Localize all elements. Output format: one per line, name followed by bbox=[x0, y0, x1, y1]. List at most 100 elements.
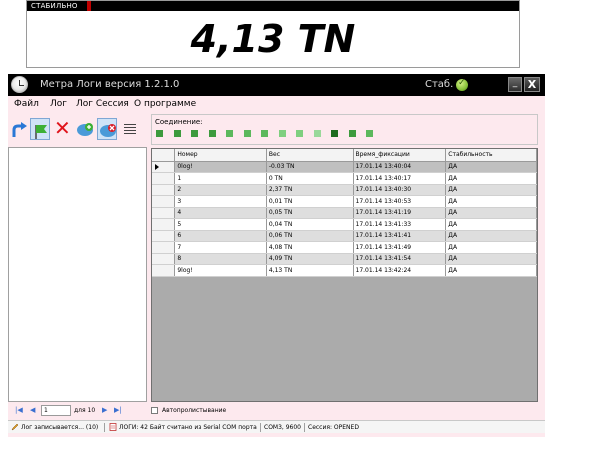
current-row-pointer-icon bbox=[155, 163, 159, 170]
cell-stability[interactable]: ДА bbox=[445, 264, 537, 277]
cell-number[interactable]: 1 bbox=[174, 172, 267, 185]
cell-time[interactable]: 17.01.14 13:41:49 bbox=[353, 241, 447, 254]
cell-time[interactable]: 17.01.14 13:40:53 bbox=[353, 195, 447, 208]
cell-time[interactable]: 17.01.14 13:42:24 bbox=[353, 264, 447, 277]
app-window: Метра Логи версия 1.2.1.0 Стаб. _ X Файл… bbox=[8, 74, 545, 437]
export-arrow-button[interactable] bbox=[9, 118, 29, 140]
column-header-stability[interactable]: Стабильность bbox=[445, 149, 537, 162]
remove-bubble-icon bbox=[100, 124, 116, 137]
cell-stability[interactable]: ДА bbox=[445, 161, 537, 173]
row-header[interactable] bbox=[152, 253, 176, 265]
row-header[interactable] bbox=[152, 230, 176, 242]
list-view-button[interactable] bbox=[120, 118, 140, 140]
prev-page-icon[interactable]: ◀ bbox=[30, 406, 35, 415]
cell-weight[interactable]: 4,13 TN bbox=[266, 264, 354, 277]
cell-stability[interactable]: ДА bbox=[445, 253, 537, 265]
column-header-number[interactable]: Номер bbox=[174, 149, 267, 162]
cell-stability[interactable]: ДА bbox=[445, 184, 537, 196]
session-status: Сессия: OPENED bbox=[308, 424, 359, 431]
row-header[interactable] bbox=[152, 172, 176, 185]
cell-number[interactable]: 0log! bbox=[174, 161, 267, 173]
remove-comment-button[interactable] bbox=[97, 118, 117, 140]
cell-weight[interactable]: 4,08 TN bbox=[266, 241, 354, 254]
red-x-icon: ✕ bbox=[54, 116, 71, 140]
column-header-weight[interactable]: Вес bbox=[266, 149, 354, 162]
connection-indicator-square bbox=[208, 130, 216, 137]
flag-button[interactable] bbox=[30, 118, 50, 140]
curved-arrow-icon bbox=[12, 122, 27, 137]
cell-number[interactable]: 3 bbox=[174, 195, 267, 208]
table-row[interactable]: 6 0,06 TN 17.01.14 13:41:41 ДА bbox=[152, 230, 537, 242]
table-row[interactable]: 4 0,05 TN 17.01.14 13:41:19 ДА bbox=[152, 207, 537, 219]
cell-time[interactable]: 17.01.14 13:41:33 bbox=[353, 218, 447, 231]
cell-stability[interactable]: ДА bbox=[445, 195, 537, 208]
menu-log-session[interactable]: Лог Сессия bbox=[76, 99, 129, 110]
connection-indicator-square bbox=[331, 130, 338, 137]
delete-button[interactable]: ✕ bbox=[53, 116, 73, 140]
cell-time[interactable]: 17.01.14 13:40:04 bbox=[353, 161, 447, 173]
table-row[interactable]: 0log! -0.03 TN 17.01.14 13:40:04 ДА bbox=[152, 161, 537, 173]
close-button[interactable]: X bbox=[524, 77, 540, 92]
first-page-icon[interactable]: |◀ bbox=[15, 406, 23, 415]
cell-stability[interactable]: ДА bbox=[445, 172, 537, 185]
cell-stability[interactable]: ДА bbox=[445, 207, 537, 219]
row-header[interactable] bbox=[152, 161, 176, 173]
page-input[interactable]: 1 bbox=[41, 405, 71, 416]
table-row[interactable]: 5 0,04 TN 17.01.14 13:41:33 ДА bbox=[152, 218, 537, 231]
cell-weight[interactable]: -0.03 TN bbox=[266, 161, 354, 173]
table-row[interactable]: 3 0,01 TN 17.01.14 13:40:53 ДА bbox=[152, 195, 537, 208]
cell-number[interactable]: 5 bbox=[174, 218, 267, 231]
cell-time[interactable]: 17.01.14 13:41:54 bbox=[353, 253, 447, 265]
stability-label: Стаб. bbox=[425, 79, 454, 90]
screen: СТАБИЛЬНО 4,13 TN Метра Логи версия 1.2.… bbox=[0, 0, 600, 453]
row-header[interactable] bbox=[152, 207, 176, 219]
cell-time[interactable]: 17.01.14 13:41:19 bbox=[353, 207, 447, 219]
table-row[interactable]: 2 2,37 TN 17.01.14 13:40:30 ДА bbox=[152, 184, 537, 196]
cell-time[interactable]: 17.01.14 13:41:41 bbox=[353, 230, 447, 242]
cell-number[interactable]: 4 bbox=[174, 207, 267, 219]
cell-number[interactable]: 6 bbox=[174, 230, 267, 242]
cell-stability[interactable]: ДА bbox=[445, 218, 537, 231]
log-list-panel[interactable] bbox=[8, 147, 147, 402]
next-page-icon[interactable]: ▶ bbox=[102, 406, 107, 415]
window-title: Метра Логи версия 1.2.1.0 bbox=[40, 79, 180, 90]
cell-weight[interactable]: 4,09 TN bbox=[266, 253, 354, 265]
cell-weight[interactable]: 0 TN bbox=[266, 172, 354, 185]
table-row[interactable]: 10 TN 17.01.14 13:40:17 ДА bbox=[152, 172, 537, 185]
row-header[interactable] bbox=[152, 218, 176, 231]
cell-weight[interactable]: 0,06 TN bbox=[266, 230, 354, 242]
cell-number[interactable]: 8 bbox=[174, 253, 267, 265]
pager: |◀ ◀ 1 для 10 ▶ ▶| bbox=[8, 404, 148, 418]
cell-stability[interactable]: ДА bbox=[445, 241, 537, 254]
table-row[interactable]: 7 4,08 TN 17.01.14 13:41:49 ДА bbox=[152, 241, 537, 254]
table-row[interactable]: 8 4,09 TN 17.01.14 13:41:54 ДА bbox=[152, 253, 537, 265]
minimize-button[interactable]: _ bbox=[508, 77, 522, 92]
cell-weight[interactable]: 0,01 TN bbox=[266, 195, 354, 208]
menu-file[interactable]: Файл bbox=[14, 99, 39, 110]
cell-time[interactable]: 17.01.14 13:40:30 bbox=[353, 184, 447, 196]
last-page-icon[interactable]: ▶| bbox=[114, 406, 122, 415]
cell-weight[interactable]: 2,37 TN bbox=[266, 184, 354, 196]
add-comment-button[interactable] bbox=[75, 118, 95, 140]
column-header-time[interactable]: Время_фиксации bbox=[353, 149, 447, 162]
row-header[interactable] bbox=[152, 264, 176, 277]
flag-icon bbox=[35, 125, 47, 139]
table-row[interactable]: 9log! 4,13 TN 17.01.14 13:42:24 ДА bbox=[152, 264, 537, 277]
row-header[interactable] bbox=[152, 241, 176, 254]
menu-about[interactable]: О программе bbox=[134, 99, 196, 110]
weight-log-table[interactable]: Номер Вес Время_фиксации Стабильность 0l… bbox=[151, 148, 538, 402]
autoscroll-checkbox[interactable] bbox=[151, 407, 158, 414]
row-header[interactable] bbox=[152, 184, 176, 196]
cell-weight[interactable]: 0,05 TN bbox=[266, 207, 354, 219]
cell-number[interactable]: 9log! bbox=[174, 264, 267, 277]
clock-app-icon bbox=[11, 76, 28, 93]
cell-weight[interactable]: 0,04 TN bbox=[266, 218, 354, 231]
title-bar[interactable]: Метра Логи версия 1.2.1.0 Стаб. _ X bbox=[8, 74, 545, 96]
menu-log[interactable]: Лог bbox=[50, 99, 67, 110]
cell-number[interactable]: 2 bbox=[174, 184, 267, 196]
status-indicator-mark bbox=[87, 1, 91, 11]
cell-stability[interactable]: ДА bbox=[445, 230, 537, 242]
cell-number[interactable]: 7 bbox=[174, 241, 267, 254]
row-header[interactable] bbox=[152, 195, 176, 208]
cell-time[interactable]: 17.01.14 13:40:17 bbox=[353, 172, 447, 185]
